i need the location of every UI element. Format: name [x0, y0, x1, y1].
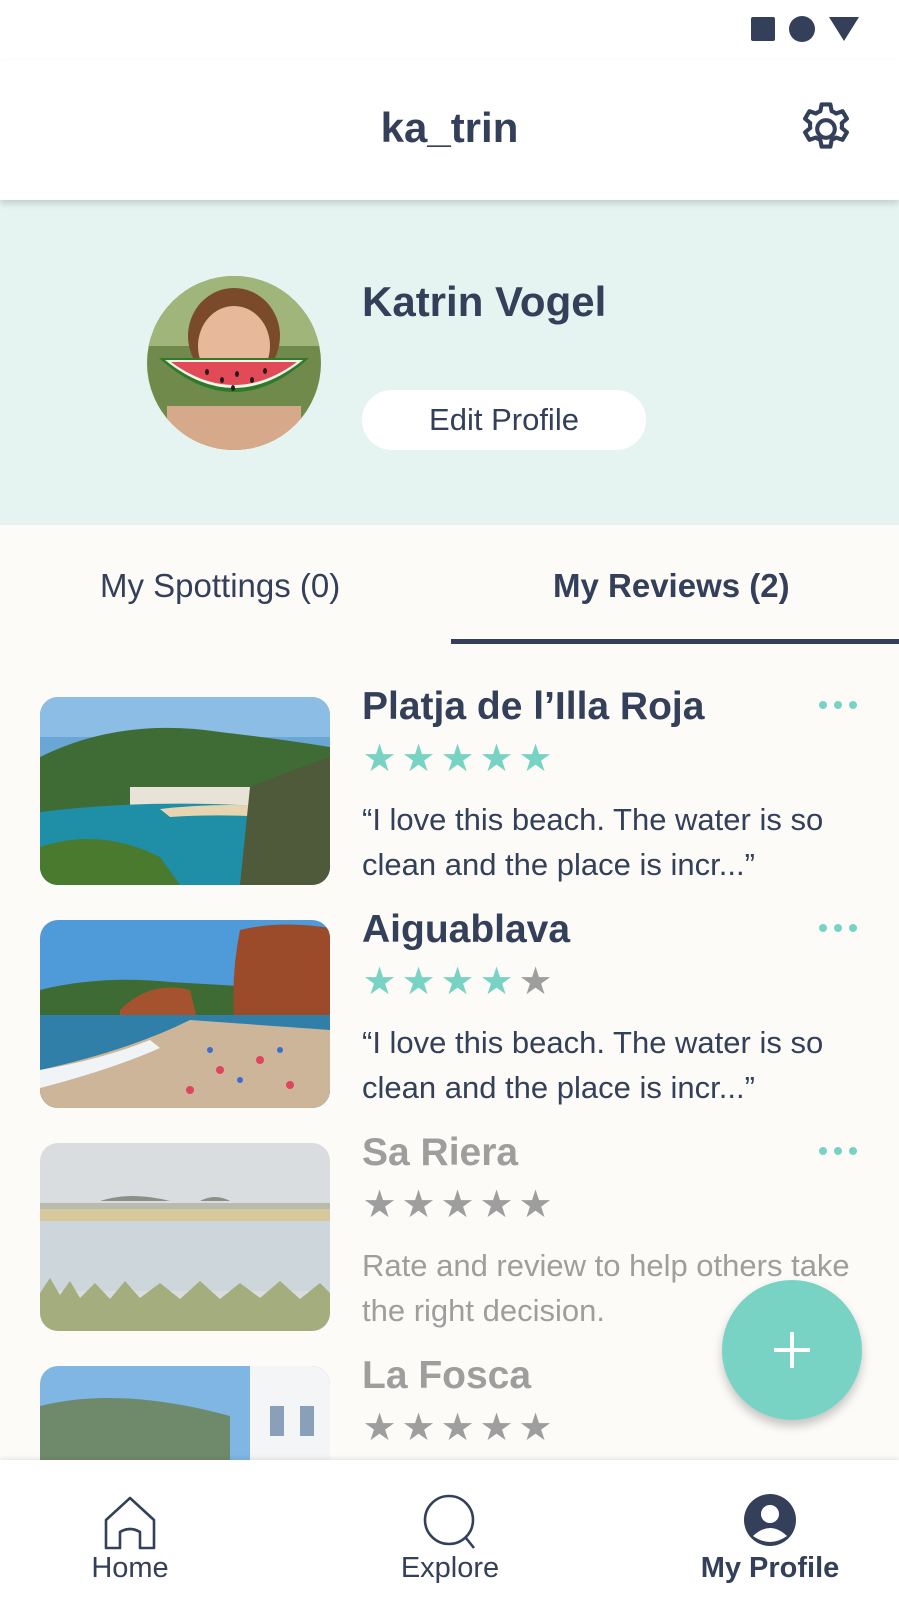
star-icon: ★ — [362, 738, 397, 780]
beach-thumbnail — [40, 697, 330, 885]
edit-profile-button[interactable]: Edit Profile — [362, 390, 646, 450]
star-rating: ★ ★ ★ ★ ★ — [362, 1408, 553, 1448]
add-review-button[interactable] — [722, 1280, 862, 1420]
profile-header: Katrin Vogel Edit Profile — [0, 200, 899, 525]
avatar[interactable] — [147, 276, 321, 450]
nav-my-profile[interactable]: My Profile — [670, 1460, 870, 1599]
review-title: Platja de l’Illa Roja — [362, 685, 705, 728]
more-options-icon[interactable] — [819, 701, 857, 709]
star-icon: ★ — [401, 1184, 436, 1226]
star-icon: ★ — [518, 961, 553, 1003]
list-item[interactable]: Platja de l’Illa Roja ★ ★ ★ ★ ★ “I love … — [0, 645, 899, 885]
star-icon: ★ — [518, 1184, 553, 1226]
review-title: Aiguablava — [362, 908, 571, 951]
app-bar: ka_trin — [0, 60, 899, 200]
star-icon: ★ — [362, 1184, 397, 1226]
star-icon: ★ — [362, 961, 397, 1003]
star-icon: ★ — [479, 738, 514, 780]
list-item[interactable]: Sa Riera ★ ★ ★ ★ ★ Rate and review to he… — [0, 1091, 899, 1331]
star-rating: ★ ★ ★ ★ ★ — [362, 739, 553, 779]
nav-label: My Profile — [700, 1552, 840, 1584]
nav-label: Home — [91, 1552, 169, 1584]
tab-indicator — [451, 639, 899, 644]
review-title: La Fosca — [362, 1354, 532, 1397]
star-icon: ★ — [401, 961, 436, 1003]
star-icon: ★ — [440, 1407, 475, 1449]
beach-thumbnail — [40, 1143, 330, 1331]
search-icon — [423, 1494, 476, 1549]
star-icon: ★ — [518, 738, 553, 780]
more-options-icon[interactable] — [819, 1147, 857, 1155]
star-icon: ★ — [479, 1184, 514, 1226]
status-bar — [0, 0, 899, 60]
settings-button[interactable] — [795, 98, 857, 160]
star-icon: ★ — [401, 1407, 436, 1449]
star-icon: ★ — [479, 1407, 514, 1449]
tab-my-reviews[interactable]: My Reviews (2) — [553, 567, 790, 605]
star-icon: ★ — [440, 961, 475, 1003]
tab-my-spottings[interactable]: My Spottings (0) — [100, 567, 340, 605]
star-rating: ★ ★ ★ ★ ★ — [362, 962, 553, 1002]
star-icon: ★ — [479, 961, 514, 1003]
triangle-icon — [829, 17, 859, 41]
nav-explore[interactable]: Explore — [350, 1460, 550, 1599]
star-icon: ★ — [518, 1407, 553, 1449]
profile-tabs: My Spottings (0) My Reviews (2) — [0, 525, 899, 645]
list-item[interactable]: Aiguablava ★ ★ ★ ★ ★ “I love this beach.… — [0, 868, 899, 1108]
circle-icon — [789, 16, 815, 42]
star-icon: ★ — [401, 738, 436, 780]
star-icon: ★ — [362, 1407, 397, 1449]
more-options-icon[interactable] — [819, 924, 857, 932]
review-title: Sa Riera — [362, 1131, 519, 1174]
plus-icon — [774, 1332, 810, 1368]
profile-icon — [744, 1494, 796, 1546]
profile-name: Katrin Vogel — [362, 278, 607, 325]
gear-icon — [803, 102, 849, 149]
beach-thumbnail — [40, 920, 330, 1108]
status-icons — [751, 16, 859, 42]
star-icon: ★ — [440, 738, 475, 780]
page-title: ka_trin — [380, 104, 519, 151]
star-rating: ★ ★ ★ ★ ★ — [362, 1185, 553, 1225]
home-icon — [104, 1496, 156, 1550]
beach-thumbnail — [40, 1366, 330, 1460]
square-icon — [751, 17, 775, 41]
nav-home[interactable]: Home — [30, 1460, 230, 1599]
nav-label: Explore — [400, 1552, 500, 1584]
star-icon: ★ — [440, 1184, 475, 1226]
bottom-nav: Home Explore My Profile — [0, 1460, 899, 1599]
